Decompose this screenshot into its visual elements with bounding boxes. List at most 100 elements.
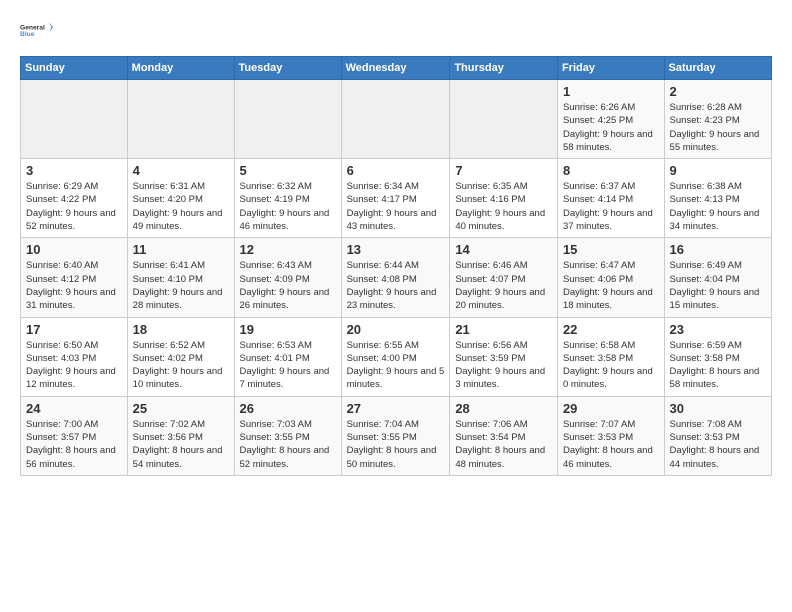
day-number: 7 (455, 163, 552, 178)
day-info: Sunrise: 7:08 AMSunset: 3:53 PMDaylight:… (670, 418, 766, 471)
day-info: Sunrise: 6:31 AMSunset: 4:20 PMDaylight:… (133, 180, 229, 233)
day-number: 26 (240, 401, 336, 416)
week-row-3: 10Sunrise: 6:40 AMSunset: 4:12 PMDayligh… (21, 238, 772, 317)
week-row-2: 3Sunrise: 6:29 AMSunset: 4:22 PMDaylight… (21, 159, 772, 238)
day-info: Sunrise: 6:56 AMSunset: 3:59 PMDaylight:… (455, 339, 552, 392)
day-number: 19 (240, 322, 336, 337)
calendar-cell: 15 Sunrise: 6:47 AMSunset: 4:06 PMDayligh… (557, 238, 664, 317)
day-header-thursday: Thursday (450, 57, 558, 80)
calendar-cell (341, 80, 450, 159)
calendar-cell: 2Sunrise: 6:28 AMSunset: 4:23 PMDaylight… (664, 80, 771, 159)
calendar-cell: 11 Sunrise: 6:41 AMSunset: 4:10 PMDayligh… (127, 238, 234, 317)
day-header-saturday: Saturday (664, 57, 771, 80)
calendar-cell: 20 Sunrise: 6:55 AMSunset: 4:00 PMDayligh… (341, 317, 450, 396)
day-number: 13 (347, 242, 445, 257)
calendar-cell: 22 Sunrise: 6:58 AMSunset: 3:58 PMDayligh… (557, 317, 664, 396)
calendar-header-row: SundayMondayTuesdayWednesdayThursdayFrid… (21, 57, 772, 80)
calendar-cell (127, 80, 234, 159)
day-info: Sunrise: 6:35 AMSunset: 4:16 PMDaylight:… (455, 180, 552, 233)
day-number: 23 (670, 322, 766, 337)
day-header-wednesday: Wednesday (341, 57, 450, 80)
day-number: 1 (563, 84, 659, 99)
day-info: Sunrise: 6:32 AMSunset: 4:19 PMDaylight:… (240, 180, 336, 233)
day-number: 24 (26, 401, 122, 416)
day-number: 11 (133, 242, 229, 257)
day-number: 25 (133, 401, 229, 416)
calendar-cell: 10Sunrise: 6:40 AMSunset: 4:12 PMDayligh… (21, 238, 128, 317)
calendar-cell: 18 Sunrise: 6:52 AMSunset: 4:02 PMDayligh… (127, 317, 234, 396)
day-info: Sunrise: 6:26 AMSunset: 4:25 PMDaylight:… (563, 101, 659, 154)
day-info: Sunrise: 6:28 AMSunset: 4:23 PMDaylight:… (670, 101, 766, 154)
day-number: 15 (563, 242, 659, 257)
day-info: Sunrise: 6:29 AMSunset: 4:22 PMDaylight:… (26, 180, 122, 233)
calendar-cell: 17 Sunrise: 6:50 AMSunset: 4:03 PMDayligh… (21, 317, 128, 396)
day-info: Sunrise: 6:41 AMSunset: 4:10 PMDaylight:… (133, 259, 229, 312)
day-number: 14 (455, 242, 552, 257)
day-header-friday: Friday (557, 57, 664, 80)
calendar-cell: 19 Sunrise: 6:53 AMSunset: 4:01 PMDayligh… (234, 317, 341, 396)
day-info: Sunrise: 6:53 AMSunset: 4:01 PMDaylight:… (240, 339, 336, 392)
calendar-cell: 12 Sunrise: 6:43 AMSunset: 4:09 PMDayligh… (234, 238, 341, 317)
calendar-cell: 30 Sunrise: 7:08 AMSunset: 3:53 PMDayligh… (664, 396, 771, 475)
day-number: 29 (563, 401, 659, 416)
svg-text:Blue: Blue (20, 31, 35, 38)
day-number: 4 (133, 163, 229, 178)
day-info: Sunrise: 6:43 AMSunset: 4:09 PMDaylight:… (240, 259, 336, 312)
week-row-1: 1 Sunrise: 6:26 AMSunset: 4:25 PMDaylight… (21, 80, 772, 159)
day-info: Sunrise: 6:44 AMSunset: 4:08 PMDaylight:… (347, 259, 445, 312)
day-info: Sunrise: 6:34 AMSunset: 4:17 PMDaylight:… (347, 180, 445, 233)
day-header-tuesday: Tuesday (234, 57, 341, 80)
day-number: 21 (455, 322, 552, 337)
day-number: 5 (240, 163, 336, 178)
week-row-4: 17 Sunrise: 6:50 AMSunset: 4:03 PMDayligh… (21, 317, 772, 396)
calendar-cell: 24Sunrise: 7:00 AMSunset: 3:57 PMDayligh… (21, 396, 128, 475)
day-number: 12 (240, 242, 336, 257)
day-number: 22 (563, 322, 659, 337)
calendar-cell: 4 Sunrise: 6:31 AMSunset: 4:20 PMDaylight… (127, 159, 234, 238)
week-row-5: 24Sunrise: 7:00 AMSunset: 3:57 PMDayligh… (21, 396, 772, 475)
day-number: 27 (347, 401, 445, 416)
calendar-cell: 16Sunrise: 6:49 AMSunset: 4:04 PMDayligh… (664, 238, 771, 317)
day-header-sunday: Sunday (21, 57, 128, 80)
day-info: Sunrise: 7:06 AMSunset: 3:54 PMDaylight:… (455, 418, 552, 471)
day-info: Sunrise: 6:59 AMSunset: 3:58 PMDaylight:… (670, 339, 766, 392)
day-number: 9 (670, 163, 766, 178)
calendar-cell: 13 Sunrise: 6:44 AMSunset: 4:08 PMDayligh… (341, 238, 450, 317)
calendar-cell: 6Sunrise: 6:34 AMSunset: 4:17 PMDaylight… (341, 159, 450, 238)
calendar-cell: 14 Sunrise: 6:46 AMSunset: 4:07 PMDayligh… (450, 238, 558, 317)
page-header: GeneralBlue (20, 16, 772, 44)
calendar-cell: 29 Sunrise: 7:07 AMSunset: 3:53 PMDayligh… (557, 396, 664, 475)
calendar-cell: 26 Sunrise: 7:03 AMSunset: 3:55 PMDayligh… (234, 396, 341, 475)
day-info: Sunrise: 6:40 AMSunset: 4:12 PMDaylight:… (26, 259, 122, 312)
day-number: 17 (26, 322, 122, 337)
day-info: Sunrise: 6:55 AMSunset: 4:00 PMDaylight:… (347, 339, 445, 392)
calendar-cell: 28 Sunrise: 7:06 AMSunset: 3:54 PMDayligh… (450, 396, 558, 475)
day-info: Sunrise: 6:52 AMSunset: 4:02 PMDaylight:… (133, 339, 229, 392)
day-number: 18 (133, 322, 229, 337)
logo-icon: GeneralBlue (20, 16, 56, 44)
calendar-cell (450, 80, 558, 159)
calendar-cell (21, 80, 128, 159)
calendar-cell: 7 Sunrise: 6:35 AMSunset: 4:16 PMDaylight… (450, 159, 558, 238)
calendar-cell: 25Sunrise: 7:02 AMSunset: 3:56 PMDayligh… (127, 396, 234, 475)
day-info: Sunrise: 7:04 AMSunset: 3:55 PMDaylight:… (347, 418, 445, 471)
calendar-table: SundayMondayTuesdayWednesdayThursdayFrid… (20, 56, 772, 476)
day-number: 20 (347, 322, 445, 337)
svg-text:General: General (20, 24, 45, 31)
calendar-cell: 8Sunrise: 6:37 AMSunset: 4:14 PMDaylight… (557, 159, 664, 238)
day-number: 28 (455, 401, 552, 416)
day-info: Sunrise: 6:47 AMSunset: 4:06 PMDaylight:… (563, 259, 659, 312)
calendar-cell: 23 Sunrise: 6:59 AMSunset: 3:58 PMDayligh… (664, 317, 771, 396)
day-number: 30 (670, 401, 766, 416)
calendar-cell (234, 80, 341, 159)
logo: GeneralBlue (20, 16, 56, 44)
day-info: Sunrise: 6:58 AMSunset: 3:58 PMDaylight:… (563, 339, 659, 392)
calendar-cell: 27 Sunrise: 7:04 AMSunset: 3:55 PMDayligh… (341, 396, 450, 475)
calendar-cell: 3Sunrise: 6:29 AMSunset: 4:22 PMDaylight… (21, 159, 128, 238)
day-info: Sunrise: 7:07 AMSunset: 3:53 PMDaylight:… (563, 418, 659, 471)
day-info: Sunrise: 6:49 AMSunset: 4:04 PMDaylight:… (670, 259, 766, 312)
day-header-monday: Monday (127, 57, 234, 80)
day-info: Sunrise: 6:50 AMSunset: 4:03 PMDaylight:… (26, 339, 122, 392)
day-info: Sunrise: 6:46 AMSunset: 4:07 PMDaylight:… (455, 259, 552, 312)
day-info: Sunrise: 7:03 AMSunset: 3:55 PMDaylight:… (240, 418, 336, 471)
